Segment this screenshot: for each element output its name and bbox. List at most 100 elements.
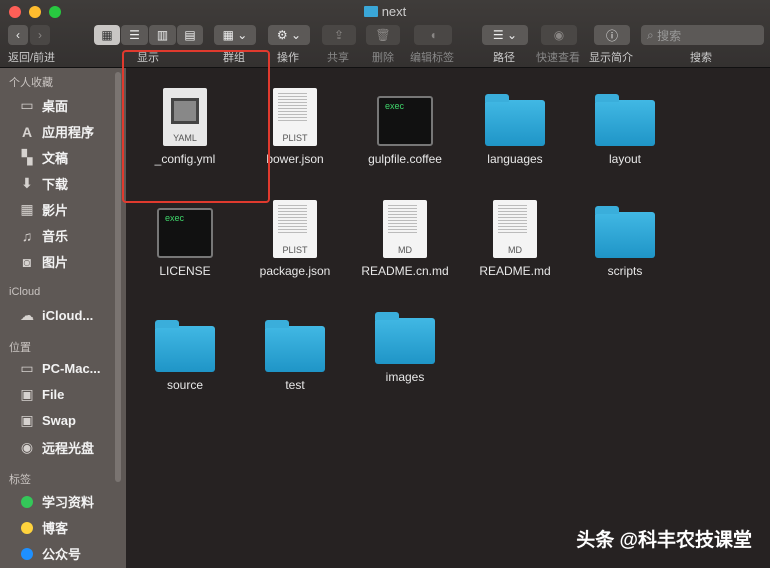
file-badge: exec — [165, 213, 185, 223]
delete-label: 删除 — [372, 52, 394, 64]
music-icon: ♫ — [21, 227, 33, 244]
toolbar: next ‹ › 返回/前进 ▦ ☰ ▥ ▤ 显示 ▦ ⌄ 群组 ⚙ ⌄ 操作 … — [0, 0, 770, 68]
sidebar-item[interactable]: ☁ iCloud... — [18, 307, 93, 323]
search-label: 搜索 — [690, 52, 712, 64]
sidebar-item-label: 下载 — [42, 177, 69, 192]
file-item[interactable]: scripts — [570, 194, 680, 278]
file-badge: MD — [398, 245, 412, 255]
folder-icon — [155, 320, 215, 372]
file-item[interactable]: PLIST package.json — [240, 194, 350, 278]
file-item[interactable]: exec gulpfile.coffee — [350, 82, 460, 166]
file-item[interactable]: exec LICENSE — [130, 194, 240, 278]
back-forward-label: 返回/前进 — [8, 52, 56, 64]
sidebar-item[interactable]: 公众号 — [18, 544, 81, 563]
file-item[interactable]: MD README.cn.md — [350, 194, 460, 278]
list-view-button[interactable]: ☰ — [121, 25, 148, 45]
sidebar-item[interactable]: ♫ 音乐 — [18, 226, 68, 245]
search-icon: ⌕ — [647, 27, 658, 42]
downloads-icon: ⬇ — [21, 175, 33, 191]
file-item[interactable]: MD README.md — [460, 194, 570, 278]
sidebar-item[interactable]: ▣ File — [18, 386, 64, 402]
folder-icon — [375, 312, 435, 364]
file-name: README.cn.md — [361, 264, 449, 278]
file-item[interactable]: source — [130, 308, 240, 392]
sidebar-item-label: 公众号 — [42, 547, 82, 562]
sidebar-item-label: File — [42, 386, 65, 402]
desktop-icon: ▭ — [20, 97, 34, 113]
plist-file-icon: PLIST — [273, 200, 317, 258]
sidebar-item-label: 博客 — [42, 521, 69, 536]
window-title-text: next — [381, 4, 407, 19]
sidebar-item[interactable]: ▭ PC-Mac... — [18, 359, 101, 376]
sidebar-item[interactable]: ◙ 图片 — [18, 252, 68, 271]
sidebar-item-label: 学习资料 — [42, 495, 95, 510]
pictures-icon: ◙ — [22, 253, 32, 270]
sidebar-item[interactable]: ▣ Swap — [18, 412, 76, 428]
sidebar-item-label: 音乐 — [42, 229, 69, 244]
sidebar-item-label: PC-Mac... — [42, 360, 101, 376]
window-title: next — [0, 4, 770, 19]
sidebar-item[interactable]: ▭ 桌面 — [18, 96, 68, 115]
path-button[interactable]: ☰ ⌄ — [482, 25, 528, 45]
back-button[interactable]: ‹ — [8, 25, 28, 45]
applications-icon: A — [21, 123, 33, 140]
sidebar-item[interactable]: ⬇ 下载 — [18, 174, 68, 193]
file-badge: PLIST — [282, 245, 308, 255]
file-name: images — [385, 370, 425, 384]
folder-icon — [595, 206, 655, 258]
file-item[interactable]: test — [240, 308, 350, 392]
folder-icon — [363, 6, 378, 17]
tag-color-icon — [18, 546, 36, 562]
file-name: gulpfile.coffee — [368, 152, 442, 166]
sidebar-item-label: 图片 — [42, 255, 69, 270]
quick-look-label: 快速查看 — [536, 52, 580, 64]
tag-color-icon — [18, 494, 36, 510]
sidebar-section-tags: 标签 — [9, 474, 31, 486]
action-label: 操作 — [277, 52, 299, 64]
movies-icon: ▦ — [20, 201, 34, 217]
laptop-icon: ▭ — [20, 359, 34, 376]
path-label: 路径 — [493, 52, 515, 64]
file-name: package.json — [259, 264, 331, 278]
watermark: 头条 @科丰农技课堂 — [576, 530, 752, 551]
file-badge: exec — [385, 101, 405, 111]
documents-icon: ▚ — [21, 149, 33, 165]
delete-button[interactable]: 🗑 — [366, 25, 400, 45]
sidebar-item[interactable]: 学习资料 — [18, 492, 94, 511]
disk-icon: ▣ — [20, 385, 34, 402]
search-input[interactable]: ⌕ 搜索 — [641, 25, 764, 45]
quick-look-button[interactable]: ◉ — [541, 25, 577, 45]
sidebar-item-label: iCloud... — [42, 307, 94, 323]
sidebar-item[interactable]: ▚ 文稿 — [18, 148, 68, 167]
sidebar-item[interactable]: ▦ 影片 — [18, 200, 68, 219]
share-button[interactable]: ⇪ — [322, 25, 356, 45]
forward-button[interactable]: › — [30, 25, 50, 45]
file-name: test — [285, 378, 305, 392]
file-name: scripts — [607, 264, 643, 278]
sidebar-item-label: 桌面 — [42, 99, 69, 114]
edit-tags-button[interactable]: ◖ — [414, 25, 452, 45]
sidebar-item[interactable]: A 应用程序 — [18, 122, 94, 141]
group-button[interactable]: ▦ ⌄ — [214, 25, 256, 45]
plist-file-icon: PLIST — [273, 88, 317, 146]
search-placeholder: 搜索 — [657, 28, 682, 43]
folder-icon — [595, 94, 655, 146]
share-label: 共享 — [327, 52, 349, 64]
gallery-view-button[interactable]: ▤ — [177, 25, 203, 45]
action-button[interactable]: ⚙ ⌄ — [268, 25, 310, 45]
sidebar-item[interactable]: 博客 — [18, 518, 68, 537]
file-badge: PLIST — [282, 133, 308, 143]
sidebar-item-label: 应用程序 — [42, 125, 95, 140]
file-item[interactable]: languages — [460, 82, 570, 166]
file-item[interactable]: layout — [570, 82, 680, 166]
get-info-button[interactable]: ⓘ — [594, 25, 630, 45]
sidebar-item[interactable]: ◉ 远程光盘 — [18, 438, 94, 457]
sidebar-item-label: Swap — [42, 412, 76, 428]
icon-view-button[interactable]: ▦ — [94, 25, 120, 45]
sidebar-scrollbar[interactable] — [115, 72, 121, 482]
column-view-button[interactable]: ▥ — [149, 25, 176, 45]
edit-tags-label: 编辑标签 — [410, 52, 454, 64]
optical-disc-icon: ◉ — [20, 439, 34, 455]
file-item[interactable]: images — [350, 300, 460, 384]
sidebar-item-label: 远程光盘 — [42, 441, 95, 456]
